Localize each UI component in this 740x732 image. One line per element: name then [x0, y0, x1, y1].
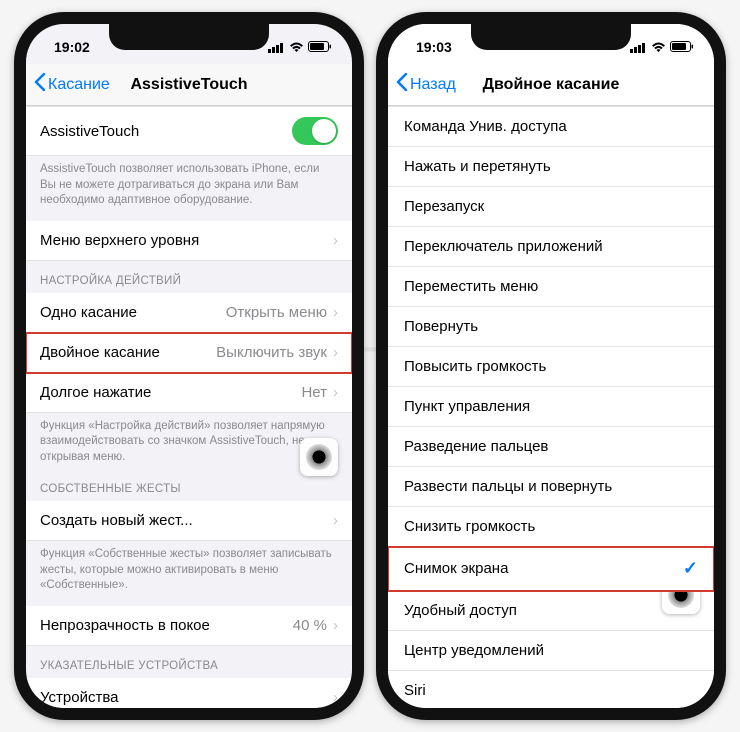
phone-right: 19:03 Назад Двойное касание Команда Унив…: [376, 12, 726, 720]
list-item[interactable]: Разведение пальцев: [388, 427, 714, 467]
status-indicators: [630, 41, 694, 53]
chevron-left-icon: [396, 73, 408, 96]
nav-title: Двойное касание: [483, 76, 620, 94]
list-item[interactable]: Повернуть: [388, 307, 714, 347]
row-value: Нет: [301, 384, 327, 401]
list-item[interactable]: Снизить громкость: [388, 507, 714, 547]
cellular-icon: [268, 42, 285, 53]
status-time: 19:02: [54, 39, 90, 55]
cellular-icon: [630, 42, 647, 53]
toggle-label: AssistiveTouch: [40, 123, 139, 140]
wifi-icon: [651, 42, 666, 53]
row-value: Открыть меню: [226, 304, 327, 321]
status-time: 19:03: [416, 39, 452, 55]
row-label: Siri: [404, 682, 426, 699]
action-list[interactable]: Команда Унив. доступа Нажать и перетянуть…: [388, 106, 714, 708]
row-label: Одно касание: [40, 304, 137, 321]
chevron-right-icon: ›: [333, 344, 338, 361]
list-item[interactable]: Переключатель приложений: [388, 227, 714, 267]
devices-row[interactable]: Устройства ›: [26, 678, 352, 708]
double-tap-row[interactable]: Двойное касание Выключить звук ›: [26, 333, 352, 373]
list-item[interactable]: Повысить громкость: [388, 347, 714, 387]
row-label: Нажать и перетянуть: [404, 158, 551, 175]
chevron-left-icon: [34, 73, 46, 96]
back-button[interactable]: Назад: [396, 73, 456, 96]
navbar: Касание AssistiveTouch: [26, 64, 352, 106]
list-item[interactable]: Пункт управления: [388, 387, 714, 427]
long-press-row[interactable]: Долгое нажатие Нет ›: [26, 373, 352, 413]
row-label: Устройства: [40, 689, 118, 706]
row-label: Повысить громкость: [404, 358, 546, 375]
chevron-right-icon: ›: [333, 232, 338, 249]
row-label: Переключатель приложений: [404, 238, 603, 255]
list-item[interactable]: Развести пальцы и повернуть: [388, 467, 714, 507]
row-label: Снимок экрана: [404, 560, 508, 577]
row-value: 40 %: [293, 617, 327, 634]
row-label: Разведение пальцев: [404, 438, 548, 455]
notch: [109, 24, 269, 50]
row-label: Удобный доступ: [404, 602, 517, 619]
battery-icon: [670, 41, 694, 53]
phone-left: 19:02 Касание AssistiveTouch AssistiveTo…: [14, 12, 364, 720]
create-gesture-row[interactable]: Создать новый жест... ›: [26, 501, 352, 541]
chevron-right-icon: ›: [333, 384, 338, 401]
row-label: Повернуть: [404, 318, 478, 335]
single-tap-row[interactable]: Одно касание Открыть меню ›: [26, 293, 352, 333]
back-label: Касание: [48, 76, 110, 94]
navbar: Назад Двойное касание: [388, 64, 714, 106]
list-item[interactable]: Нажать и перетянуть: [388, 147, 714, 187]
toggle-switch-on[interactable]: [292, 117, 338, 145]
row-label: Центр уведомлений: [404, 642, 544, 659]
chevron-right-icon: ›: [333, 304, 338, 321]
assistivetouch-icon: [306, 444, 332, 470]
actions-header: НАСТРОЙКА ДЕЙСТВИЙ: [26, 261, 352, 293]
pointer-header: УКАЗАТЕЛЬНЫЕ УСТРОЙСТВА: [26, 646, 352, 678]
back-button[interactable]: Касание: [34, 73, 110, 96]
chevron-right-icon: ›: [333, 512, 338, 529]
wifi-icon: [289, 42, 304, 53]
gestures-footer: Функция «Собственные жесты» позволяет за…: [26, 541, 352, 598]
assistivetouch-floating-button[interactable]: [300, 438, 338, 476]
opacity-row[interactable]: Непрозрачность в покое 40 % ›: [26, 606, 352, 646]
row-label: Снизить громкость: [404, 518, 535, 535]
row-label: Развести пальцы и повернуть: [404, 478, 612, 495]
row-label: Меню верхнего уровня: [40, 232, 199, 249]
row-label: Двойное касание: [40, 344, 160, 361]
row-label: Переместить меню: [404, 278, 538, 295]
list-item[interactable]: Siri: [388, 671, 714, 708]
main-footer: AssistiveTouch позволяет использовать iP…: [26, 156, 352, 213]
row-label: Пункт управления: [404, 398, 530, 415]
list-item[interactable]: Центр уведомлений: [388, 631, 714, 671]
back-label: Назад: [410, 76, 456, 94]
status-indicators: [268, 41, 332, 53]
checkmark-icon: ✓: [683, 558, 698, 579]
row-label: Команда Унив. доступа: [404, 118, 567, 135]
row-label: Долгое нажатие: [40, 384, 151, 401]
battery-icon: [308, 41, 332, 53]
chevron-right-icon: ›: [333, 617, 338, 634]
list-item[interactable]: Команда Унив. доступа: [388, 106, 714, 147]
list-item[interactable]: Снимок экрана ✓: [388, 547, 714, 591]
row-label: Перезапуск: [404, 198, 484, 215]
chevron-right-icon: ›: [333, 689, 338, 706]
row-label: Непрозрачность в покое: [40, 617, 210, 634]
row-value: Выключить звук: [216, 344, 327, 361]
notch: [471, 24, 631, 50]
list-item[interactable]: Переместить меню: [388, 267, 714, 307]
top-level-menu-row[interactable]: Меню верхнего уровня ›: [26, 221, 352, 261]
assistivetouch-toggle-row[interactable]: AssistiveTouch: [26, 106, 352, 156]
list-item[interactable]: Перезапуск: [388, 187, 714, 227]
nav-title: AssistiveTouch: [130, 76, 247, 94]
row-label: Создать новый жест...: [40, 512, 193, 529]
